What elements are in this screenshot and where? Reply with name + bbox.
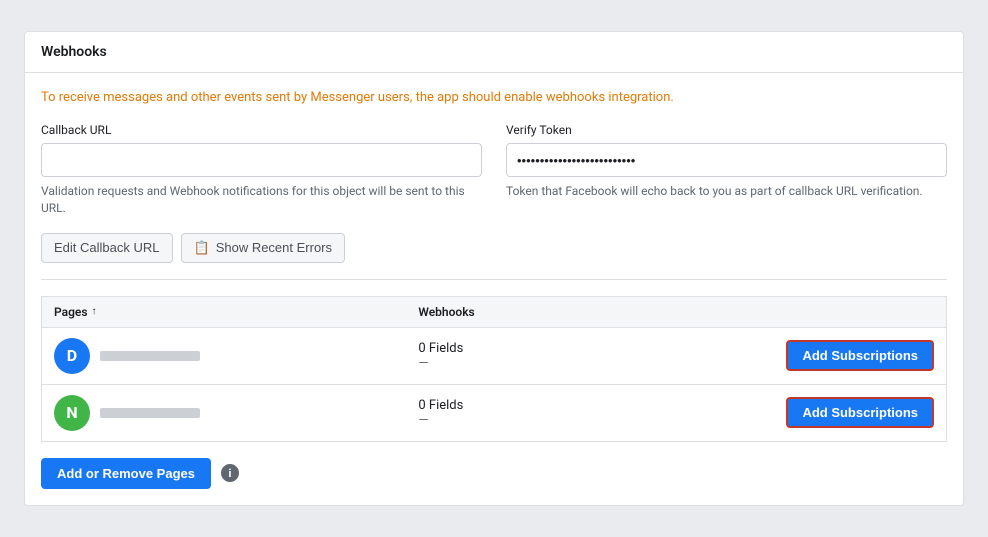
panel-title: Webhooks [25, 32, 963, 73]
fields-count-1: 0 Fields [418, 398, 566, 413]
info-icon[interactable]: i [221, 464, 239, 482]
avatar-1: N [54, 395, 90, 431]
add-subscriptions-button-0[interactable]: Add Subscriptions [786, 340, 934, 371]
table-row: D 0 Fields — Add Subscriptions [42, 327, 947, 384]
callback-url-label: Callback URL [41, 123, 482, 137]
action-buttons: Edit Callback URL 📋 Show Recent Errors [41, 233, 947, 280]
page-cell-0: D [42, 327, 407, 384]
verify-token-group: Verify Token Token that Facebook will ec… [506, 123, 947, 217]
verify-token-label: Verify Token [506, 123, 947, 137]
webhooks-cell-0: 0 Fields — [406, 327, 578, 384]
show-errors-button[interactable]: 📋 Show Recent Errors [181, 233, 346, 263]
webhooks-column-header: Webhooks [406, 296, 578, 327]
avatar-0: D [54, 338, 90, 374]
action-cell-0: Add Subscriptions [578, 327, 946, 384]
edit-callback-button[interactable]: Edit Callback URL [41, 233, 173, 263]
webhook-dash-0: — [418, 356, 566, 371]
edit-callback-label: Edit Callback URL [54, 240, 160, 255]
page-name-1 [100, 408, 200, 418]
page-cell-1: N [42, 384, 407, 441]
form-row: Callback URL Validation requests and Web… [41, 123, 947, 217]
pages-table: Pages ↑ Webhooks D [41, 296, 947, 442]
webhooks-cell-1: 0 Fields — [406, 384, 578, 441]
sort-icon: ↑ [92, 306, 97, 317]
verify-token-helper: Token that Facebook will echo back to yo… [506, 183, 947, 200]
pages-table-section: Pages ↑ Webhooks D [41, 296, 947, 442]
page-info-0: D [54, 338, 394, 374]
webhooks-panel: Webhooks To receive messages and other e… [24, 31, 964, 506]
clipboard-icon: 📋 [194, 240, 210, 256]
page-info-1: N [54, 395, 394, 431]
pages-column-header: Pages ↑ [42, 296, 407, 327]
action-cell-1: Add Subscriptions [578, 384, 946, 441]
callback-url-helper: Validation requests and Webhook notifica… [41, 183, 482, 217]
add-subscriptions-button-1[interactable]: Add Subscriptions [786, 397, 934, 428]
bottom-actions: Add or Remove Pages i [41, 458, 947, 489]
verify-token-input[interactable] [506, 143, 947, 177]
info-text: To receive messages and other events sen… [41, 89, 947, 107]
table-row: N 0 Fields — Add Subscriptions [42, 384, 947, 441]
fields-count-0: 0 Fields [418, 341, 566, 356]
pages-column-label: Pages [54, 305, 88, 319]
show-errors-label: Show Recent Errors [216, 240, 332, 255]
add-remove-pages-button[interactable]: Add or Remove Pages [41, 458, 211, 489]
actions-column-header [578, 296, 946, 327]
webhooks-column-label: Webhooks [418, 305, 474, 319]
page-name-0 [100, 351, 200, 361]
webhook-dash-1: — [418, 413, 566, 428]
info-icon-label: i [229, 467, 232, 480]
add-remove-pages-label: Add or Remove Pages [57, 466, 195, 481]
callback-url-group: Callback URL Validation requests and Web… [41, 123, 482, 217]
callback-url-input[interactable] [41, 143, 482, 177]
